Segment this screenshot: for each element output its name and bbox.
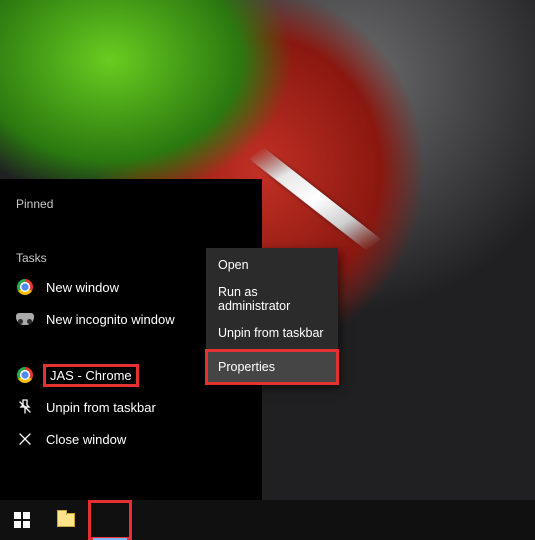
taskbar-start-button[interactable]: [0, 500, 44, 540]
taskbar-chrome-button[interactable]: [88, 500, 132, 540]
submenu-unpin[interactable]: Unpin from taskbar: [206, 316, 338, 350]
chrome-icon: [16, 366, 34, 384]
unpin-icon: [16, 398, 34, 416]
jumplist-item-label: Close window: [46, 432, 126, 447]
incognito-icon: [16, 310, 34, 328]
jumplist-context-submenu: Open Run as administrator Unpin from tas…: [206, 248, 338, 384]
submenu-item-label: Unpin from taskbar: [218, 326, 324, 340]
jumplist-item-label: Unpin from taskbar: [46, 400, 156, 415]
jumplist-pinned-header: Pinned: [0, 187, 262, 217]
jumplist-item-label: New window: [46, 280, 119, 295]
submenu-open[interactable]: Open: [206, 248, 338, 282]
submenu-item-label: Run as administrator: [218, 285, 326, 313]
jumplist-item-label: New incognito window: [46, 312, 175, 327]
jumplist-unpin[interactable]: Unpin from taskbar: [0, 391, 262, 423]
taskbar-file-explorer-button[interactable]: [44, 500, 88, 540]
submenu-run-as-admin[interactable]: Run as administrator: [206, 282, 338, 316]
chrome-icon: [16, 278, 34, 296]
taskbar: [0, 500, 535, 540]
jumplist-close-window[interactable]: Close window: [0, 423, 262, 455]
jumplist-item-label: JAS - Chrome: [46, 367, 136, 384]
submenu-item-label: Open: [218, 258, 249, 272]
submenu-item-label: Properties: [218, 360, 275, 374]
submenu-properties[interactable]: Properties: [206, 350, 338, 384]
close-icon: [16, 430, 34, 448]
windows-logo-icon: [14, 512, 30, 528]
file-explorer-icon: [57, 513, 75, 527]
